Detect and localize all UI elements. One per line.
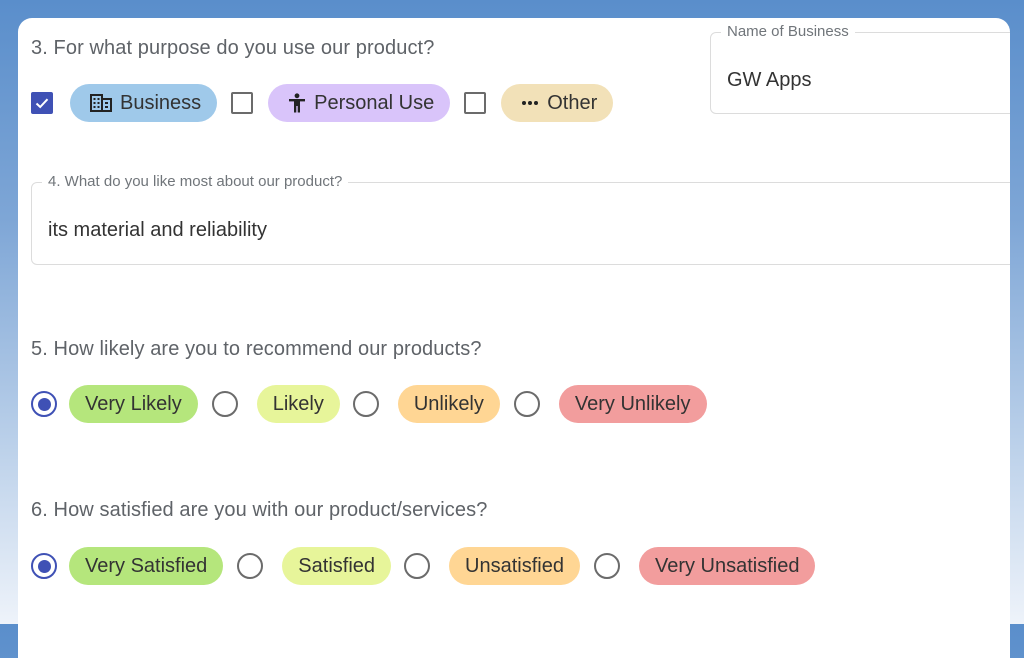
question-5-title: 5. How likely are you to recommend our p… (31, 338, 482, 360)
other-label: Other (547, 91, 598, 114)
very-unlikely-option[interactable]: Very Unlikely (558, 385, 707, 423)
question-5-options: Very Likely Likely Unlikely Very Unlikel… (31, 385, 707, 423)
checkmark-icon (35, 98, 49, 109)
very-likely-radio[interactable] (31, 391, 57, 417)
very-likely-option[interactable]: Very Likely (69, 385, 198, 423)
very-unlikely-label: Very Unlikely (574, 392, 691, 415)
personal-use-option[interactable]: Personal Use (268, 84, 451, 122)
very-unsatisfied-option[interactable]: Very Unsatisfied (638, 547, 816, 585)
business-checkbox[interactable] (31, 92, 53, 114)
personal-use-checkbox[interactable] (231, 92, 254, 114)
more-horizontal-icon (521, 100, 539, 106)
like-most-field[interactable]: 4. What do you like most about our produ… (31, 173, 1010, 265)
business-name-field[interactable]: Name of Business GW Apps (710, 23, 1010, 114)
personal-use-label: Personal Use (314, 91, 435, 114)
unlikely-radio[interactable] (352, 391, 379, 417)
business-name-label: Name of Business (721, 23, 855, 40)
very-satisfied-option[interactable]: Very Satisfied (69, 547, 224, 585)
question-6-title: 6. How satisfied are you with our produc… (31, 499, 488, 521)
question-3-title: 3. For what purpose do you use our produ… (31, 37, 435, 59)
person-icon (288, 93, 306, 113)
other-checkbox[interactable] (464, 92, 487, 114)
other-option[interactable]: Other (501, 84, 614, 122)
very-satisfied-radio[interactable] (31, 553, 57, 579)
survey-form-card: 3. For what purpose do you use our produ… (18, 18, 1010, 658)
very-likely-label: Very Likely (85, 392, 182, 415)
unlikely-option[interactable]: Unlikely (397, 385, 500, 423)
unsatisfied-option[interactable]: Unsatisfied (449, 547, 580, 585)
very-unsatisfied-radio[interactable] (593, 553, 620, 579)
business-name-value: GW Apps (727, 69, 812, 91)
unsatisfied-radio[interactable] (404, 553, 431, 579)
business-option[interactable]: Business (70, 84, 218, 122)
like-most-value[interactable]: its material and reliability (48, 219, 267, 242)
satisfied-label: Satisfied (298, 554, 376, 577)
likely-option[interactable]: Likely (256, 385, 340, 423)
satisfied-radio[interactable] (237, 553, 264, 579)
very-unsatisfied-label: Very Unsatisfied (654, 554, 800, 577)
unlikely-label: Unlikely (413, 392, 484, 415)
unsatisfied-label: Unsatisfied (465, 554, 564, 577)
like-most-label: 4. What do you like most about our produ… (42, 173, 349, 190)
business-label: Business (120, 91, 202, 114)
very-unlikely-radio[interactable] (513, 391, 540, 417)
question-3-options: Business Personal Use Other (31, 84, 614, 122)
question-6-options: Very Satisfied Satisfied Unsatisfied Ver… (31, 547, 816, 585)
very-satisfied-label: Very Satisfied (85, 554, 208, 577)
satisfied-option[interactable]: Satisfied (282, 547, 392, 585)
likely-label: Likely (272, 392, 324, 415)
building-icon (90, 94, 112, 112)
likely-radio[interactable] (211, 391, 238, 417)
